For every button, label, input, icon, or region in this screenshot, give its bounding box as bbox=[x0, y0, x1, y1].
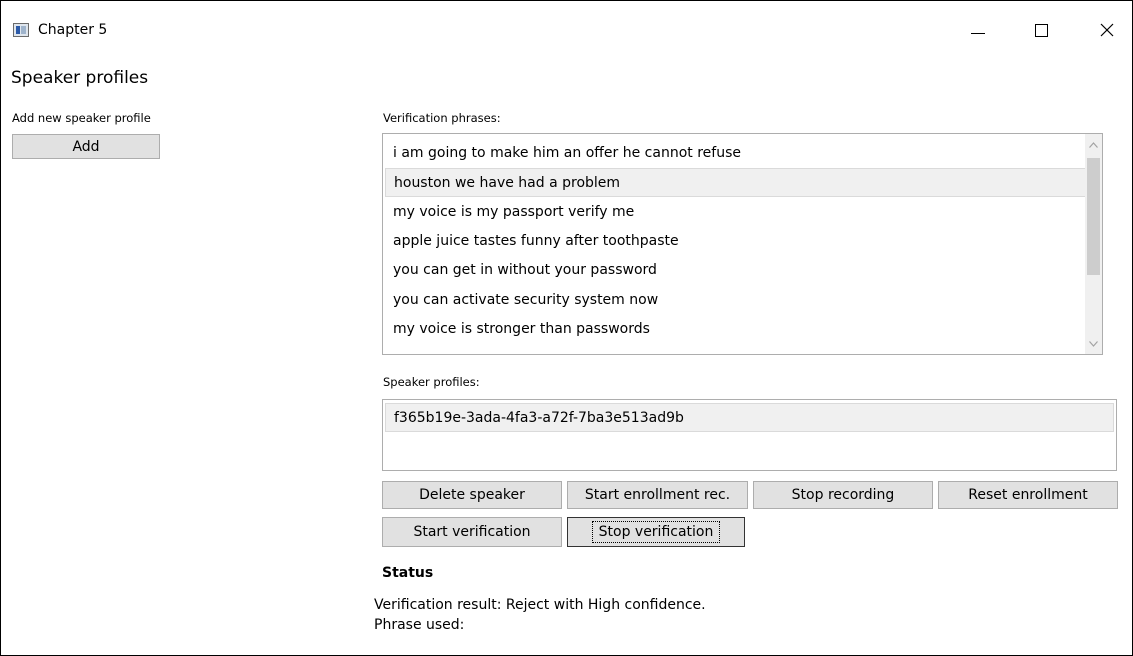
stop-recording-button[interactable]: Stop recording bbox=[753, 481, 933, 509]
start-enrollment-button-label: Start enrollment rec. bbox=[584, 487, 731, 503]
start-enrollment-button[interactable]: Start enrollment rec. bbox=[567, 481, 748, 509]
minimize-icon bbox=[971, 32, 985, 34]
scroll-up-button[interactable] bbox=[1085, 136, 1102, 153]
maximize-button[interactable] bbox=[1018, 11, 1064, 49]
speaker-profile-item[interactable]: f365b19e-3ada-4fa3-a72f-7ba3e513ad9b bbox=[385, 403, 1114, 432]
list-item[interactable]: apple juice tastes funny after toothpast… bbox=[385, 227, 679, 256]
list-item[interactable]: my voice is my passport verify me bbox=[385, 198, 634, 227]
scroll-thumb[interactable] bbox=[1087, 158, 1100, 275]
verification-phrases-label: Verification phrases: bbox=[383, 111, 501, 125]
delete-speaker-button[interactable]: Delete speaker bbox=[382, 481, 562, 509]
list-item[interactable]: you can activate security system now bbox=[385, 286, 658, 315]
chevron-up-icon bbox=[1089, 141, 1098, 148]
title-bar[interactable]: Chapter 5 bbox=[1, 1, 1132, 61]
scroll-down-button[interactable] bbox=[1085, 335, 1102, 352]
stop-verification-button[interactable]: Stop verification bbox=[567, 517, 745, 547]
add-profile-button[interactable]: Add bbox=[12, 134, 160, 159]
stop-recording-button-label: Stop recording bbox=[791, 487, 895, 503]
start-verification-button-label: Start verification bbox=[413, 524, 531, 540]
verification-phrases-list[interactable]: i am going to make him an offer he canno… bbox=[382, 133, 1103, 355]
minimize-button[interactable] bbox=[955, 11, 1001, 49]
page-title: Speaker profiles bbox=[11, 68, 149, 88]
list-item[interactable]: you can get in without your password bbox=[385, 256, 657, 285]
list-item-partial[interactable] bbox=[385, 344, 393, 354]
status-heading: Status bbox=[382, 565, 434, 581]
phrases-scrollbar[interactable] bbox=[1085, 134, 1102, 354]
window-title: Chapter 5 bbox=[38, 22, 108, 38]
close-button[interactable] bbox=[1084, 11, 1130, 49]
verification-result-text: Verification result: Reject with High co… bbox=[374, 597, 706, 613]
reset-enrollment-button[interactable]: Reset enrollment bbox=[938, 481, 1118, 509]
speaker-profiles-list[interactable]: f365b19e-3ada-4fa3-a72f-7ba3e513ad9b bbox=[382, 399, 1117, 471]
reset-enrollment-button-label: Reset enrollment bbox=[968, 487, 1088, 503]
add-profile-label: Add new speaker profile bbox=[12, 111, 151, 125]
stop-verification-button-label: Stop verification bbox=[591, 521, 721, 543]
phrase-used-text: Phrase used: bbox=[374, 617, 465, 633]
list-item[interactable]: my voice is stronger than passwords bbox=[385, 315, 650, 344]
chevron-down-icon bbox=[1089, 340, 1098, 347]
close-icon bbox=[1100, 23, 1114, 37]
app-window-icon bbox=[13, 23, 29, 37]
add-profile-button-label: Add bbox=[72, 138, 100, 155]
list-item[interactable]: i am going to make him an offer he canno… bbox=[385, 139, 741, 168]
start-verification-button[interactable]: Start verification bbox=[382, 517, 562, 547]
delete-speaker-button-label: Delete speaker bbox=[419, 487, 525, 503]
app-window: Chapter 5 Speaker profiles Add new speak… bbox=[0, 0, 1133, 656]
speaker-profiles-label: Speaker profiles: bbox=[383, 375, 480, 389]
list-item-selected[interactable]: houston we have had a problem bbox=[385, 168, 1087, 197]
maximize-icon bbox=[1034, 23, 1048, 37]
